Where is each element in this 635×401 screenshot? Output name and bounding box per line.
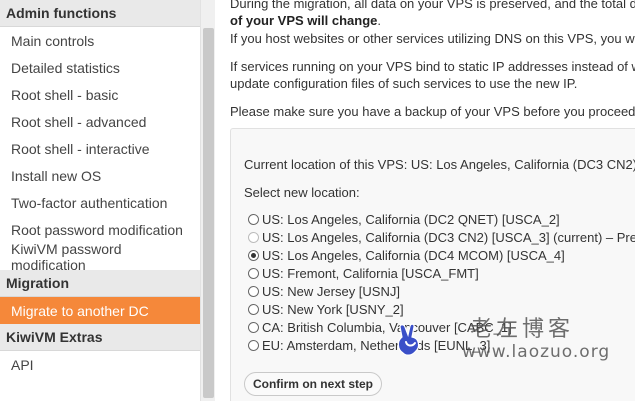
sidebar-scroll-thumb[interactable] — [203, 28, 214, 398]
location-label-usca-2: US: Los Angeles, California (DC2 QNET) [… — [262, 212, 560, 227]
watermark-text: 老左博客 — [470, 317, 575, 342]
location-option-eunl-3[interactable]: EU: Amsterdam, Netherlands [EUNL_3] — [248, 338, 490, 353]
location-option-usnj[interactable]: US: New Jersey [USNJ] — [248, 284, 400, 299]
radio-usca-3 — [248, 232, 259, 243]
sidebar-item-api[interactable]: API — [0, 351, 200, 378]
radio-usnj[interactable] — [248, 286, 259, 297]
static-ip-info-line-2: update configuration files of such servi… — [230, 76, 578, 91]
main-content: During the migration, all data on your V… — [230, 0, 635, 401]
select-location-label: Select new location: — [244, 185, 360, 200]
migration-info-period: . — [377, 13, 381, 28]
location-label-usca-3: US: Los Angeles, California (DC3 CN2) [U… — [262, 230, 635, 245]
watermark-url: www.laozuo.org — [462, 342, 611, 362]
location-label-usnj: US: New Jersey [USNJ] — [262, 284, 400, 299]
location-label-usca-fmt: US: Fremont, California [USCA_FMT] — [262, 266, 479, 281]
migration-info-line-2: of your VPS will change. — [230, 12, 381, 30]
location-option-usny-2[interactable]: US: New York [USNY_2] — [248, 302, 404, 317]
sidebar-item-migrate-to-another-dc[interactable]: Migrate to another DC — [0, 297, 200, 324]
location-label-eunl-3: EU: Amsterdam, Netherlands [EUNL_3] — [262, 338, 491, 353]
sidebar-item-install-new-os[interactable]: Install new OS — [0, 162, 200, 189]
sidebar: Admin functions Main controls Detailed s… — [0, 0, 200, 401]
location-option-usca-3: US: Los Angeles, California (DC3 CN2) [U… — [248, 230, 635, 245]
sidebar-scrollbar[interactable] — [200, 0, 215, 401]
location-option-usca-2[interactable]: US: Los Angeles, California (DC2 QNET) [… — [248, 212, 560, 227]
radio-eunl-3[interactable] — [248, 340, 259, 351]
dns-info-line: If you host websites or other services u… — [230, 31, 635, 46]
location-option-usca-fmt[interactable]: US: Fremont, California [USCA_FMT] — [248, 266, 479, 281]
watermark-logo-icon — [397, 323, 420, 356]
location-label-usca-4: US: Los Angeles, California (DC4 MCOM) [… — [262, 248, 565, 263]
radio-usca-2[interactable] — [248, 214, 259, 225]
sidebar-item-main-controls[interactable]: Main controls — [0, 27, 200, 54]
confirm-on-next-step-button[interactable]: Confirm on next step — [244, 372, 382, 396]
radio-usny-2[interactable] — [248, 304, 259, 315]
current-location-text: Current location of this VPS: US: Los An… — [244, 157, 635, 172]
sidebar-item-two-factor-authentication[interactable]: Two-factor authentication — [0, 189, 200, 216]
backup-warning-line: Please make sure you have a backup of yo… — [230, 104, 635, 119]
kiwivm-extras-header: KiwiVM Extras — [0, 324, 200, 351]
migration-info-bold: of your VPS will change — [230, 13, 378, 28]
migration-header: Migration — [0, 270, 200, 297]
sidebar-item-kiwivm-password-modification[interactable]: KiwiVM password modification — [0, 241, 200, 273]
radio-usca-4[interactable] — [248, 250, 259, 261]
location-label-usny-2: US: New York [USNY_2] — [262, 302, 404, 317]
admin-functions-header: Admin functions — [0, 0, 200, 27]
sidebar-item-root-shell-basic[interactable]: Root shell - basic — [0, 81, 200, 108]
sidebar-item-root-shell-advanced[interactable]: Root shell - advanced — [0, 108, 200, 135]
sidebar-item-root-password-modification[interactable]: Root password modification — [0, 216, 200, 243]
radio-cabc-1[interactable] — [248, 322, 259, 333]
location-option-usca-4[interactable]: US: Los Angeles, California (DC4 MCOM) [… — [248, 248, 565, 263]
sidebar-item-root-shell-interactive[interactable]: Root shell - interactive — [0, 135, 200, 162]
static-ip-info-line-1: If services running on your VPS bind to … — [230, 59, 635, 74]
radio-usca-fmt[interactable] — [248, 268, 259, 279]
sidebar-item-detailed-statistics[interactable]: Detailed statistics — [0, 54, 200, 81]
